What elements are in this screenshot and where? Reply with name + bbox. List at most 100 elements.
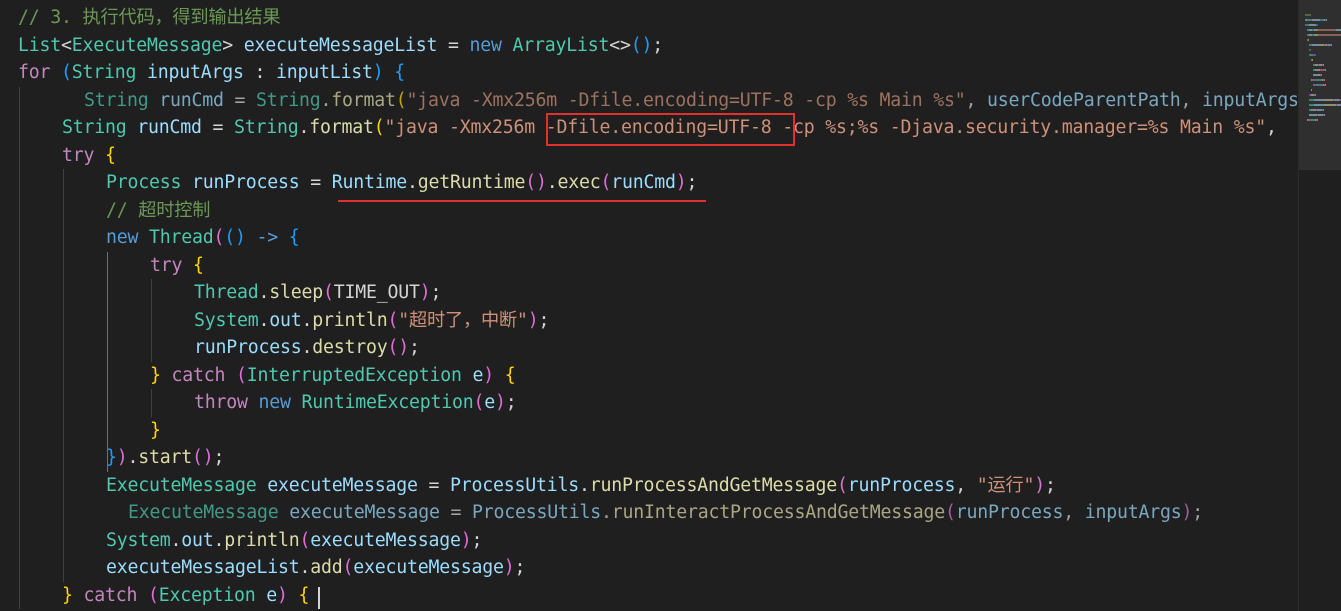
code-token: = [437, 34, 470, 56]
indent-guide [63, 169, 64, 582]
code-token: ; [409, 337, 420, 358]
code-token: executeMessageList [243, 34, 438, 56]
code-token: , [965, 89, 987, 111]
code-token: . [579, 474, 590, 496]
code-token: ; [1192, 502, 1203, 523]
code-token: start [138, 447, 192, 468]
code-token: format [309, 117, 374, 138]
code-token: Thread [194, 282, 259, 303]
indent-guide [151, 279, 152, 362]
code-line: executeMessageList.add(executeMessage); [106, 554, 525, 581]
code-token: executeMessage [310, 529, 461, 551]
code-line: String runCmd = String.format("java -Xmx… [84, 87, 1298, 114]
minimap-token [1312, 59, 1313, 61]
code-token: = [201, 117, 234, 138]
code-token: "java -Xmx256m -Dfile.encoding=UTF-8 -cp… [406, 89, 966, 111]
code-token: runProcess [955, 502, 1064, 523]
text-cursor [318, 587, 320, 609]
code-token: , [1265, 117, 1288, 138]
code-token: { [298, 584, 310, 606]
code-token: { [288, 227, 300, 248]
code-token: ) [1034, 474, 1045, 496]
code-token: , [1063, 502, 1085, 523]
minimap-token [1317, 24, 1318, 26]
code-token: . [258, 309, 270, 331]
code-token: . [298, 117, 310, 138]
code-token: ( [323, 282, 334, 303]
code-token: = [299, 172, 332, 193]
code-token: String [62, 117, 138, 138]
code-token: ( [342, 557, 354, 578]
code-token: System [106, 529, 171, 551]
code-line: try { [150, 252, 204, 279]
code-token: RuntimeException [301, 392, 474, 413]
code-token: List [18, 34, 61, 56]
code-token: TIME_OUT [333, 282, 420, 303]
code-token: ) [495, 392, 506, 413]
code-token: ; [514, 557, 526, 578]
code-line: Process runProcess = Runtime.getRuntime(… [106, 169, 697, 196]
minimap[interactable] [1298, 0, 1341, 611]
minimap-token [1308, 39, 1309, 41]
code-token: -> [245, 227, 289, 248]
code-token: . [320, 89, 332, 111]
code-token: } [150, 364, 172, 386]
code-token: out [269, 309, 302, 331]
code-token: <> [609, 34, 631, 56]
code-token: new [469, 34, 513, 56]
code-token: { [504, 364, 516, 386]
code-token: println [312, 309, 388, 331]
indent-guide [107, 251, 108, 472]
code-line: Thread.sleep(TIME_OUT); [194, 279, 441, 306]
code-line: // 3. 执行代码，得到输出结果 [18, 4, 281, 31]
code-line: } [150, 417, 161, 444]
code-token: = [223, 89, 256, 111]
code-line: ExecuteMessage executeMessage = ProcessU… [128, 499, 1203, 526]
minimap-token [1331, 44, 1332, 46]
code-token: ) [1181, 502, 1193, 523]
code-editor[interactable]: // 3. 执行代码，得到输出结果 List<ExecuteMessage> ex… [0, 0, 1298, 611]
code-token: executeMessage [353, 557, 504, 578]
code-token: throw [194, 392, 259, 413]
code-token: } [62, 584, 84, 606]
code-line: ExecuteMessage executeMessage = ProcessU… [106, 472, 1056, 499]
code-token: ( [945, 502, 956, 523]
code-token: ) [483, 364, 505, 386]
code-token: ( [473, 392, 485, 413]
code-token: } [106, 447, 117, 468]
code-token: new [106, 227, 149, 248]
minimap-token [1315, 94, 1316, 96]
code-token: { [105, 144, 116, 166]
code-token: // 3. 执行代码，得到输出结果 [18, 7, 281, 28]
code-token: . [407, 172, 418, 193]
code-token: new [258, 392, 302, 413]
code-token: inputArgs [1084, 502, 1182, 523]
code-token: > [222, 34, 244, 56]
code-token: . [127, 447, 139, 468]
code-token: { [394, 62, 405, 83]
code-line: } catch (InterruptedException e) { [150, 362, 516, 389]
code-token: ) [675, 172, 687, 193]
code-token: sleep [269, 282, 323, 303]
code-line: try { [62, 142, 116, 169]
code-token: try [150, 254, 193, 276]
minimap-token [1325, 84, 1326, 86]
code-token: . [258, 282, 270, 303]
code-token: executeMessage [289, 502, 440, 523]
code-line: }).start(); [106, 444, 224, 471]
code-token: Runtime [331, 172, 407, 193]
code-token: catch [83, 584, 148, 606]
code-token: executeMessage [267, 474, 418, 496]
minimap-token [1315, 54, 1316, 56]
code-token: runProcess [192, 172, 300, 193]
code-token: e [484, 392, 495, 413]
minimap-token [1321, 74, 1322, 76]
annotation-underline [338, 200, 706, 202]
code-token: e [266, 584, 277, 606]
code-token: ( [61, 62, 72, 83]
code-line: System.out.println("超时了，中断"); [194, 307, 549, 334]
code-token: ( [373, 117, 385, 138]
code-token: ( [299, 529, 311, 551]
minimap-token [1325, 104, 1336, 106]
code-token: ( [387, 309, 399, 331]
